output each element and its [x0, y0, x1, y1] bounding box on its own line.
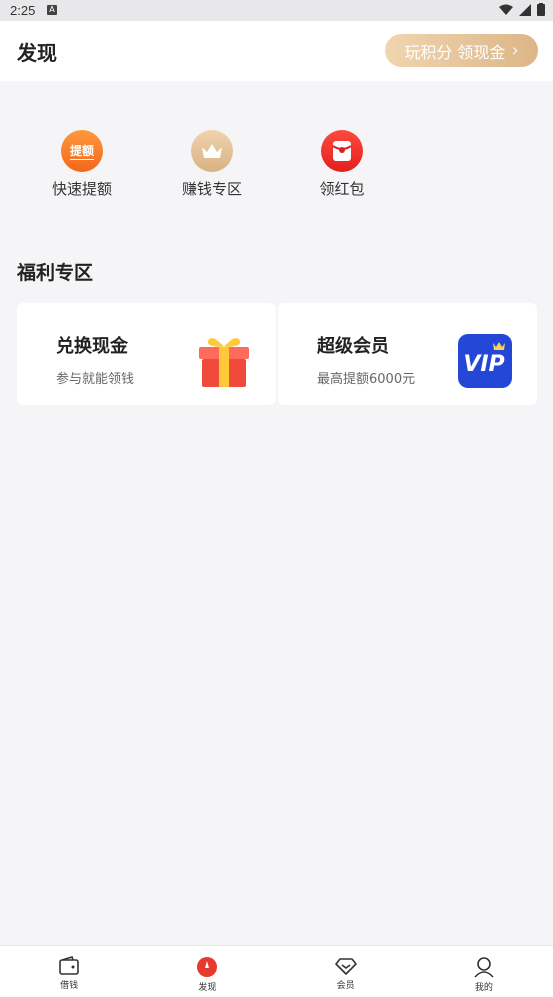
vip-icon: VIP [457, 333, 513, 393]
quick-entries: 提额 快速提额 赚钱专区 领红包 [0, 130, 553, 210]
points-cash-label: 玩积分 领现金 [404, 42, 506, 62]
card-title: 兑换现金 [56, 336, 128, 357]
chevron-right-icon: › [511, 40, 519, 61]
tab-label: 发现 [198, 983, 217, 993]
quick-item-label: 快速提额 [51, 180, 112, 198]
section-title: 福利专区 [17, 262, 94, 284]
card-subtitle: 最高提额6000元 [317, 372, 416, 387]
status-icons [499, 3, 545, 16]
red-packet-icon [321, 130, 363, 172]
card-title: 超级会员 [317, 336, 389, 357]
cash-exchange-card[interactable]: 兑换现金 参与就能领钱 [17, 303, 276, 405]
tab-discover[interactable]: 发现 [138, 946, 276, 997]
points-cash-button[interactable]: 玩积分 领现金 › [385, 34, 538, 67]
card-subtitle: 参与就能领钱 [56, 372, 135, 387]
tab-mine[interactable]: 我的 [415, 946, 553, 997]
quick-item-label: 赚钱专区 [181, 180, 242, 198]
welfare-cards: 兑换现金 参与就能领钱 超级会员 最高提额6000元 VIP [17, 303, 537, 405]
gift-icon [196, 333, 252, 393]
tab-label: 借钱 [60, 981, 79, 991]
quota-icon-text: 提额 [69, 144, 94, 160]
super-member-card[interactable]: 超级会员 最高提额6000元 VIP [278, 303, 537, 405]
compass-icon [197, 957, 218, 977]
signal-icon [519, 3, 531, 16]
quick-item-earn[interactable]: 赚钱专区 [157, 130, 267, 199]
quick-item-label: 领红包 [319, 180, 365, 198]
header: 发现 玩积分 领现金 › [0, 21, 553, 81]
wifi-icon [499, 4, 513, 15]
page-title: 发现 [17, 41, 57, 65]
status-time: 2:25 [10, 3, 36, 18]
red-packet-glyph [332, 141, 352, 161]
tab-member[interactable]: 会员 [277, 946, 415, 997]
diamond-icon [334, 958, 357, 975]
tab-borrow[interactable]: 借钱 [0, 946, 138, 997]
quota-icon: 提额 [61, 130, 103, 172]
crown-icon [191, 130, 233, 172]
tab-label: 我的 [474, 983, 493, 993]
user-icon [474, 957, 494, 978]
bottom-tab-bar: 借钱 发现 会员 我的 [0, 945, 553, 997]
status-bar: 2:25 A [0, 0, 553, 21]
quick-item-quota[interactable]: 提额 快速提额 [27, 130, 137, 199]
wallet-icon [59, 956, 79, 975]
crown-glyph [202, 144, 222, 158]
battery-icon [537, 3, 545, 16]
svg-text:VIP: VIP [463, 352, 504, 377]
notification-icon: A [47, 5, 57, 15]
quick-item-redpacket[interactable]: 领红包 [287, 130, 397, 199]
tab-label: 会员 [336, 981, 355, 991]
